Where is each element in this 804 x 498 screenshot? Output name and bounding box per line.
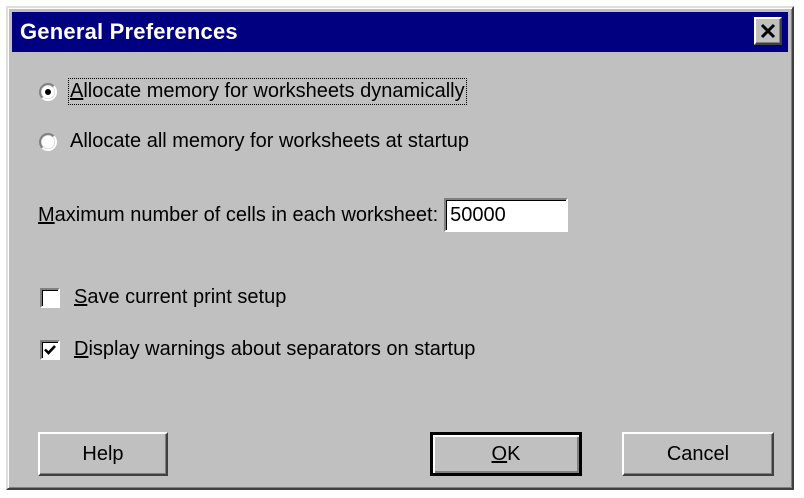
max-cells-input[interactable] [444, 198, 569, 232]
save-print-setup-option[interactable]: Save current print setup [40, 286, 286, 309]
radio-icon[interactable] [38, 82, 58, 102]
checkbox-icon[interactable] [40, 339, 60, 360]
display-warnings-label: Display warnings about separators on sta… [74, 338, 476, 360]
ok-button[interactable]: OK [430, 432, 582, 476]
ok-button-label: OK [491, 442, 521, 465]
radio-icon[interactable] [38, 132, 58, 152]
help-button-label: Help [82, 442, 124, 465]
radio-label-dynamic: Allocate memory for worksheets dynamical… [68, 78, 467, 105]
display-warnings-option[interactable]: Display warnings about separators on sta… [40, 338, 475, 361]
cancel-button[interactable]: Cancel [622, 432, 774, 476]
general-preferences-dialog: General Preferences Allocate memory for … [6, 6, 794, 490]
cancel-button-label: Cancel [666, 442, 730, 465]
help-button[interactable]: Help [38, 432, 168, 476]
max-cells-row: Maximum number of cells in each workshee… [38, 198, 569, 232]
close-button[interactable] [754, 17, 782, 45]
dialog-title: General Preferences [20, 19, 238, 44]
close-icon [760, 23, 776, 39]
max-cells-label: Maximum number of cells in each workshee… [38, 203, 439, 226]
radio-option-dynamic[interactable]: Allocate memory for worksheets dynamical… [38, 78, 467, 105]
radio-option-startup[interactable]: Allocate all memory for worksheets at st… [38, 130, 469, 153]
title-bar[interactable]: General Preferences [12, 12, 788, 52]
radio-label-startup: Allocate all memory for worksheets at st… [70, 130, 470, 152]
save-print-setup-label: Save current print setup [74, 286, 287, 308]
checkbox-icon[interactable] [40, 287, 60, 308]
checkmark-icon [44, 344, 56, 355]
